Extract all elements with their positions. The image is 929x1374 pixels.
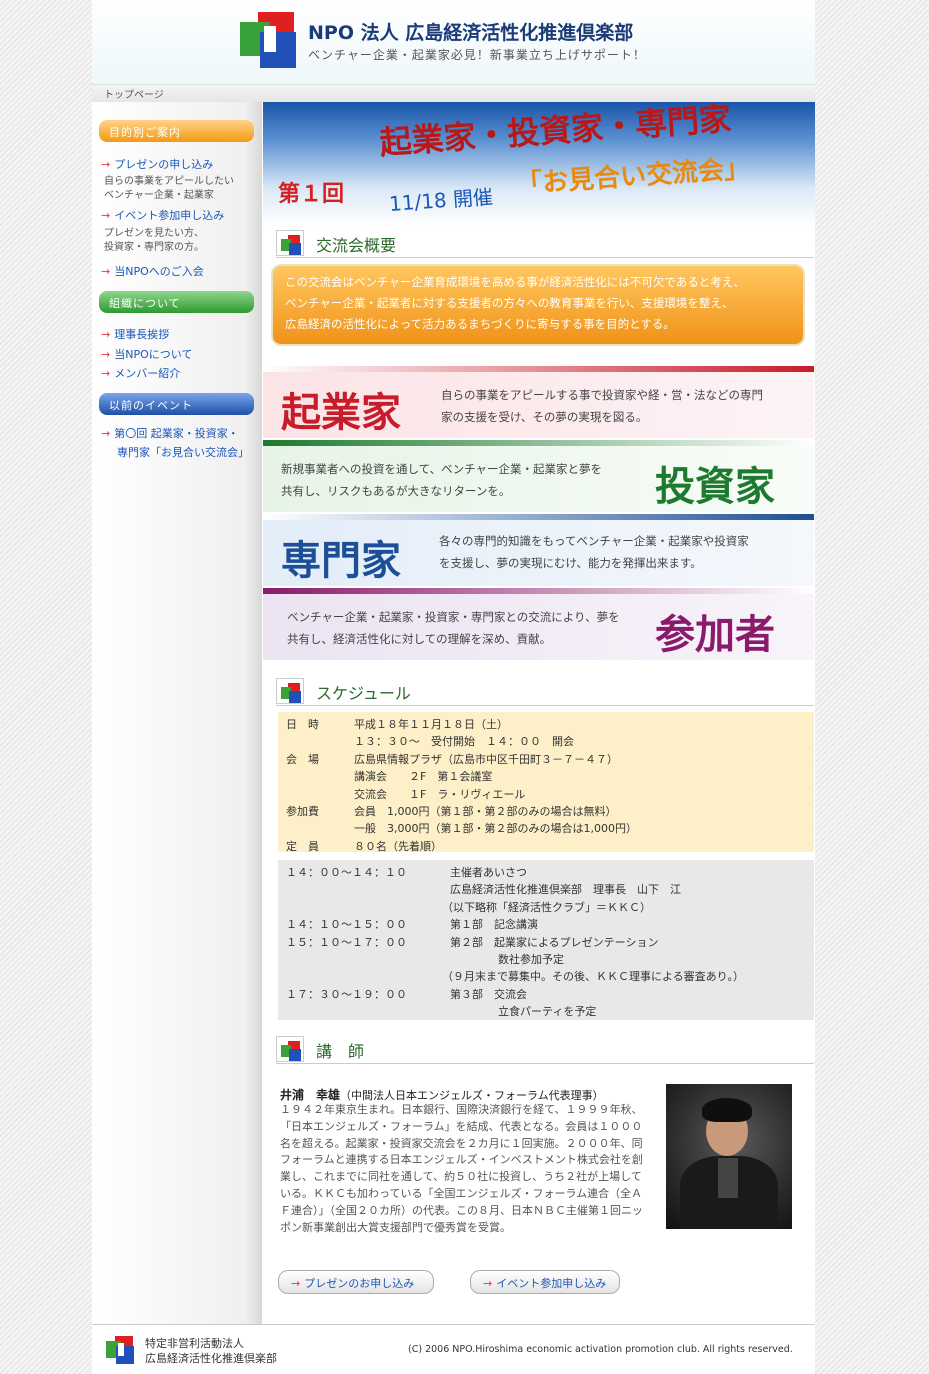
sidebar (92, 102, 262, 1324)
arrow-icon: → (101, 209, 111, 222)
sidebar-heading-organization: 組織について (99, 291, 254, 313)
footer-org: 特定非営利活動法人 広島経済活性化推進倶楽部 (145, 1337, 277, 1365)
section-overview-header: 交流会概要 (276, 228, 814, 258)
speaker-name: 井浦 幸雄（中間法人日本エンジェルズ・フォーラム代表理事） (280, 1088, 604, 1102)
sidebar-link-members[interactable]: → メンバー紹介 (101, 365, 180, 381)
arrow-icon: → (101, 328, 111, 341)
overview-box: この交流会はベンチャー企業育成環境を高める事が経済活性化には不可欠であると考え、… (271, 264, 805, 346)
role-desc: 自らの事業をアピールする事で投資家や経・営・法などの専門 家の支援を受け、その夢の… (441, 388, 763, 424)
role-title: 参加者 (655, 611, 775, 658)
footer-divider (92, 1324, 815, 1325)
logo-icon[interactable] (240, 12, 296, 68)
site-tagline: ベンチャー企業・起業家必見！新事業立ち上げサポート！ (308, 48, 646, 62)
schedule-info: 日 時平成１８年１１月１８日（土） １３：３０～ 受付開始 １４：００ 開会 会… (278, 712, 814, 853)
sidebar-link-event[interactable]: → イベント参加申し込み (101, 207, 224, 223)
presentation-apply-button[interactable]: → プレゼンのお申し込み (278, 1270, 434, 1294)
arrow-icon: → (101, 367, 111, 380)
role-expert: 専門家 各々の専門的知識をもってベンチャー企業・起業家や投資家 を支援し、夢の実現… (263, 514, 814, 586)
sidebar-heading-past-events: 以前のイベント (99, 393, 254, 415)
section-title: 講 師 (316, 1042, 365, 1061)
role-participant: 参加者 ベンチャー企業・起業家・投資家・専門家との交流により、夢を 共有し、経済活… (263, 588, 814, 660)
sidebar-link-greeting[interactable]: → 理事長挨拶 (101, 326, 169, 342)
role-title: 投資家 (655, 463, 775, 510)
section-speaker-header: 講 師 (276, 1034, 814, 1064)
speaker-bio: １９４２年東京生まれ。日本銀行、国際決済銀行を経て、１９９９年秋、「日本エンジェ… (280, 1103, 643, 1234)
sidebar-desc-event: プレゼンを見たい方、 投資家・専門家の方。 (104, 228, 204, 253)
role-desc: 各々の専門的知識をもってベンチャー企業・起業家や投資家 を支援し、夢の実現にむけ、… (439, 534, 749, 570)
arrow-icon: → (101, 265, 111, 278)
section-schedule-header: スケジュール (276, 676, 814, 706)
breadcrumb[interactable]: トップページ (104, 86, 164, 101)
role-investor: 投資家 新規事業者への投資を通して、ベンチャー企業・起業家と夢を 共有し、リスクも… (263, 440, 814, 512)
section-logo-icon (276, 678, 304, 704)
role-desc: 新規事業者への投資を通して、ベンチャー企業・起業家と夢を 共有し、リスクもあるが大… (281, 462, 602, 498)
sidebar-link-past-event[interactable]: → 第〇回 起業家・投資家・ 専門家「お見合い交流会」 (101, 424, 249, 462)
arrow-icon: → (483, 1277, 493, 1290)
site-title[interactable]: NPO 法人 広島経済活性化推進倶楽部 (308, 18, 633, 45)
sidebar-heading-purpose: 目的別ご案内 (99, 120, 254, 142)
arrow-icon: → (291, 1277, 301, 1290)
section-logo-icon (276, 230, 304, 256)
section-title: スケジュール (316, 684, 411, 703)
arrow-icon: → (101, 427, 111, 440)
sidebar-link-about[interactable]: → 当NPOについて (101, 346, 192, 362)
role-entrepreneur: 起業家 自らの事業をアピールする事で投資家や経・営・法などの専門 家の支援を受け、… (263, 366, 814, 438)
role-desc: ベンチャー企業・起業家・投資家・専門家との交流により、夢を 共有し、経済活性化に対… (287, 610, 620, 646)
hero-number: 第１回 (278, 181, 345, 207)
footer-logo-icon (106, 1336, 134, 1364)
event-apply-button[interactable]: → イベント参加申し込み (470, 1270, 620, 1294)
speaker-photo (666, 1084, 792, 1229)
role-title: 起業家 (281, 389, 401, 436)
sidebar-link-presentation[interactable]: → プレゼンの申し込み (101, 156, 213, 172)
role-title: 専門家 (281, 537, 401, 584)
arrow-icon: → (101, 348, 111, 361)
footer-copyright: (C) 2006 NPO.Hiroshima economic activati… (408, 1344, 793, 1355)
schedule-program: １４：００～１４：１０ 主催者あいさつ 広島経済活性化推進倶楽部 理事長 山下 江… (278, 860, 814, 1020)
sidebar-link-join[interactable]: → 当NPOへのご入会 (101, 263, 204, 279)
section-logo-icon (276, 1036, 304, 1062)
section-title: 交流会概要 (316, 236, 397, 255)
arrow-icon: → (101, 158, 111, 171)
sidebar-desc-presentation: 自らの事業をアピールしたい ベンチャー企業・起業家 (104, 176, 234, 201)
